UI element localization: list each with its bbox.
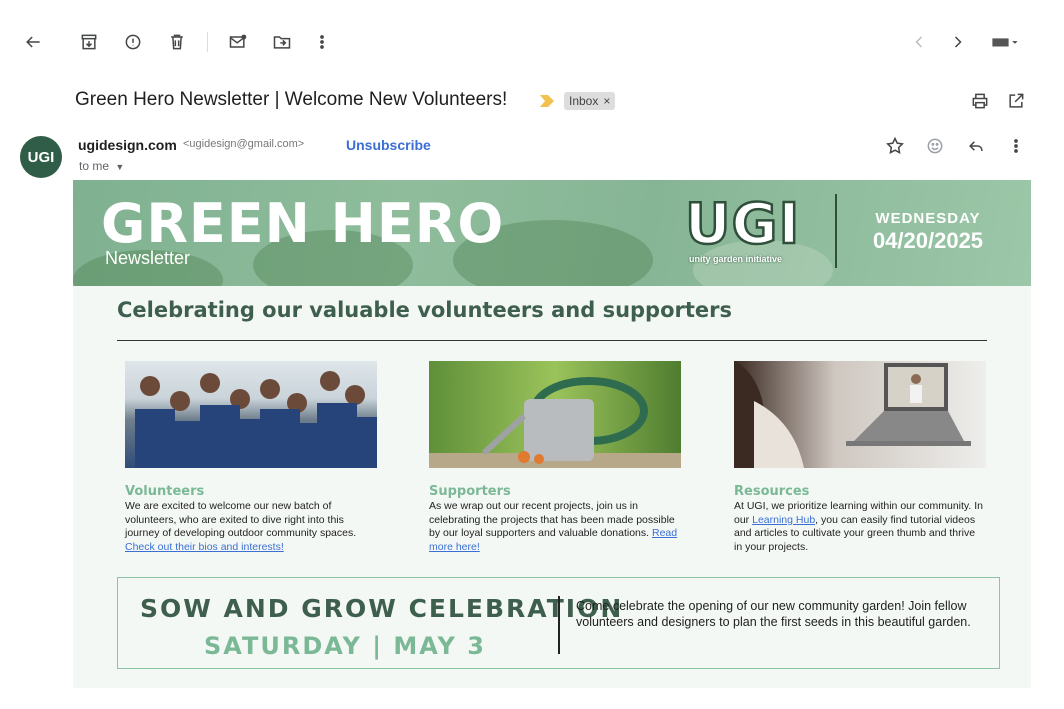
banner-divider bbox=[835, 194, 837, 268]
resources-title: Resources bbox=[734, 484, 810, 499]
event-divider bbox=[558, 596, 560, 654]
volunteers-section: Volunteers We are excited to welcome our… bbox=[125, 361, 377, 554]
volunteers-text: We are excited to welcome our new batch … bbox=[125, 500, 357, 553]
move-to-folder-icon bbox=[273, 36, 291, 49]
ugi-logo-tagline: unity garden initiative bbox=[689, 254, 783, 264]
event-announcement: SOW AND GROW CELEBRATION SATURDAY | MAY … bbox=[117, 577, 1000, 669]
report-spam-icon bbox=[125, 34, 141, 50]
more-vertical-icon bbox=[1014, 139, 1018, 153]
star-icon bbox=[886, 136, 904, 154]
archive-icon bbox=[81, 34, 97, 50]
recipient-details-toggle[interactable]: to me ▼ bbox=[79, 159, 124, 173]
remove-label-icon[interactable]: × bbox=[603, 94, 610, 108]
inbox-label-chip[interactable]: Inbox × bbox=[564, 92, 616, 110]
volunteers-title: Volunteers bbox=[125, 484, 205, 499]
keyboard-icon bbox=[992, 38, 1018, 47]
move-to-button[interactable] bbox=[268, 28, 296, 56]
reply-button[interactable] bbox=[962, 132, 990, 160]
banner-day: WEDNESDAY bbox=[875, 210, 981, 227]
sender-name[interactable]: ugidesign.com bbox=[78, 137, 177, 153]
email-subject: Green Hero Newsletter | Welcome New Volu… bbox=[75, 89, 508, 110]
newsletter-subtitle: Newsletter bbox=[105, 248, 191, 268]
trash-icon bbox=[171, 34, 183, 50]
chevron-right-icon bbox=[954, 36, 962, 48]
more-vertical-icon bbox=[320, 35, 324, 49]
star-button[interactable] bbox=[881, 132, 909, 160]
reply-icon bbox=[969, 141, 983, 151]
supporters-photo bbox=[429, 361, 681, 468]
volunteers-bios-link[interactable]: Check out their bios and interests! bbox=[125, 541, 284, 553]
headline-divider bbox=[117, 340, 987, 341]
resources-text: At UGI, we prioritize learning within ou… bbox=[734, 500, 983, 553]
event-title: SOW AND GROW CELEBRATION bbox=[140, 594, 624, 623]
printer-icon bbox=[972, 93, 988, 109]
delete-button[interactable] bbox=[163, 28, 191, 56]
input-tools-button[interactable] bbox=[985, 28, 1025, 56]
mark-unread-button[interactable] bbox=[224, 28, 252, 56]
banner-date: 04/20/2025 bbox=[872, 228, 984, 253]
importance-marker-icon[interactable] bbox=[540, 95, 554, 107]
emoji-icon bbox=[927, 138, 943, 154]
mark-unread-icon bbox=[229, 34, 247, 48]
arrow-left-icon bbox=[26, 36, 40, 48]
resources-section: Resources At UGI, we prioritize learning… bbox=[734, 361, 986, 554]
caret-down-icon: ▼ bbox=[115, 162, 125, 172]
event-date: SATURDAY | MAY 3 bbox=[204, 632, 486, 660]
chevron-left-icon bbox=[915, 36, 923, 48]
newer-button[interactable] bbox=[905, 28, 933, 56]
unsubscribe-link[interactable]: Unsubscribe bbox=[346, 137, 431, 153]
event-description: Come celebrate the opening of our new co… bbox=[576, 599, 971, 629]
message-more-button[interactable] bbox=[1002, 132, 1030, 160]
open-in-new-icon bbox=[1009, 93, 1024, 108]
ugi-logo: UGI bbox=[684, 191, 801, 259]
back-button[interactable] bbox=[19, 28, 47, 56]
newsletter-headline: Celebrating our valuable volunteers and … bbox=[117, 298, 732, 322]
more-options-button[interactable] bbox=[308, 28, 336, 56]
recipient-text: to me bbox=[79, 159, 110, 173]
report-spam-button[interactable] bbox=[119, 28, 147, 56]
sender-email: <ugidesign@gmail.com> bbox=[183, 138, 305, 150]
inbox-label-text: Inbox bbox=[569, 94, 599, 108]
email-body: GREEN HERO Newsletter UGI unity garden i… bbox=[73, 180, 1031, 688]
newsletter-banner: GREEN HERO Newsletter UGI unity garden i… bbox=[73, 180, 1031, 286]
newsletter-title: GREEN HERO bbox=[101, 192, 505, 255]
volunteers-photo bbox=[125, 361, 377, 468]
supporters-section: Supporters As we wrap out our recent pro… bbox=[429, 361, 681, 554]
open-new-window-button[interactable] bbox=[1002, 87, 1030, 115]
sender-avatar[interactable]: UGI bbox=[20, 136, 62, 178]
learning-hub-link[interactable]: Learning Hub bbox=[752, 514, 815, 526]
archive-button[interactable] bbox=[75, 28, 103, 56]
resources-photo bbox=[734, 361, 986, 468]
add-reaction-button[interactable] bbox=[921, 132, 949, 160]
older-button[interactable] bbox=[944, 28, 972, 56]
supporters-title: Supporters bbox=[429, 484, 511, 499]
print-button[interactable] bbox=[966, 87, 994, 115]
supporters-text: As we wrap out our recent projects, join… bbox=[429, 500, 678, 553]
